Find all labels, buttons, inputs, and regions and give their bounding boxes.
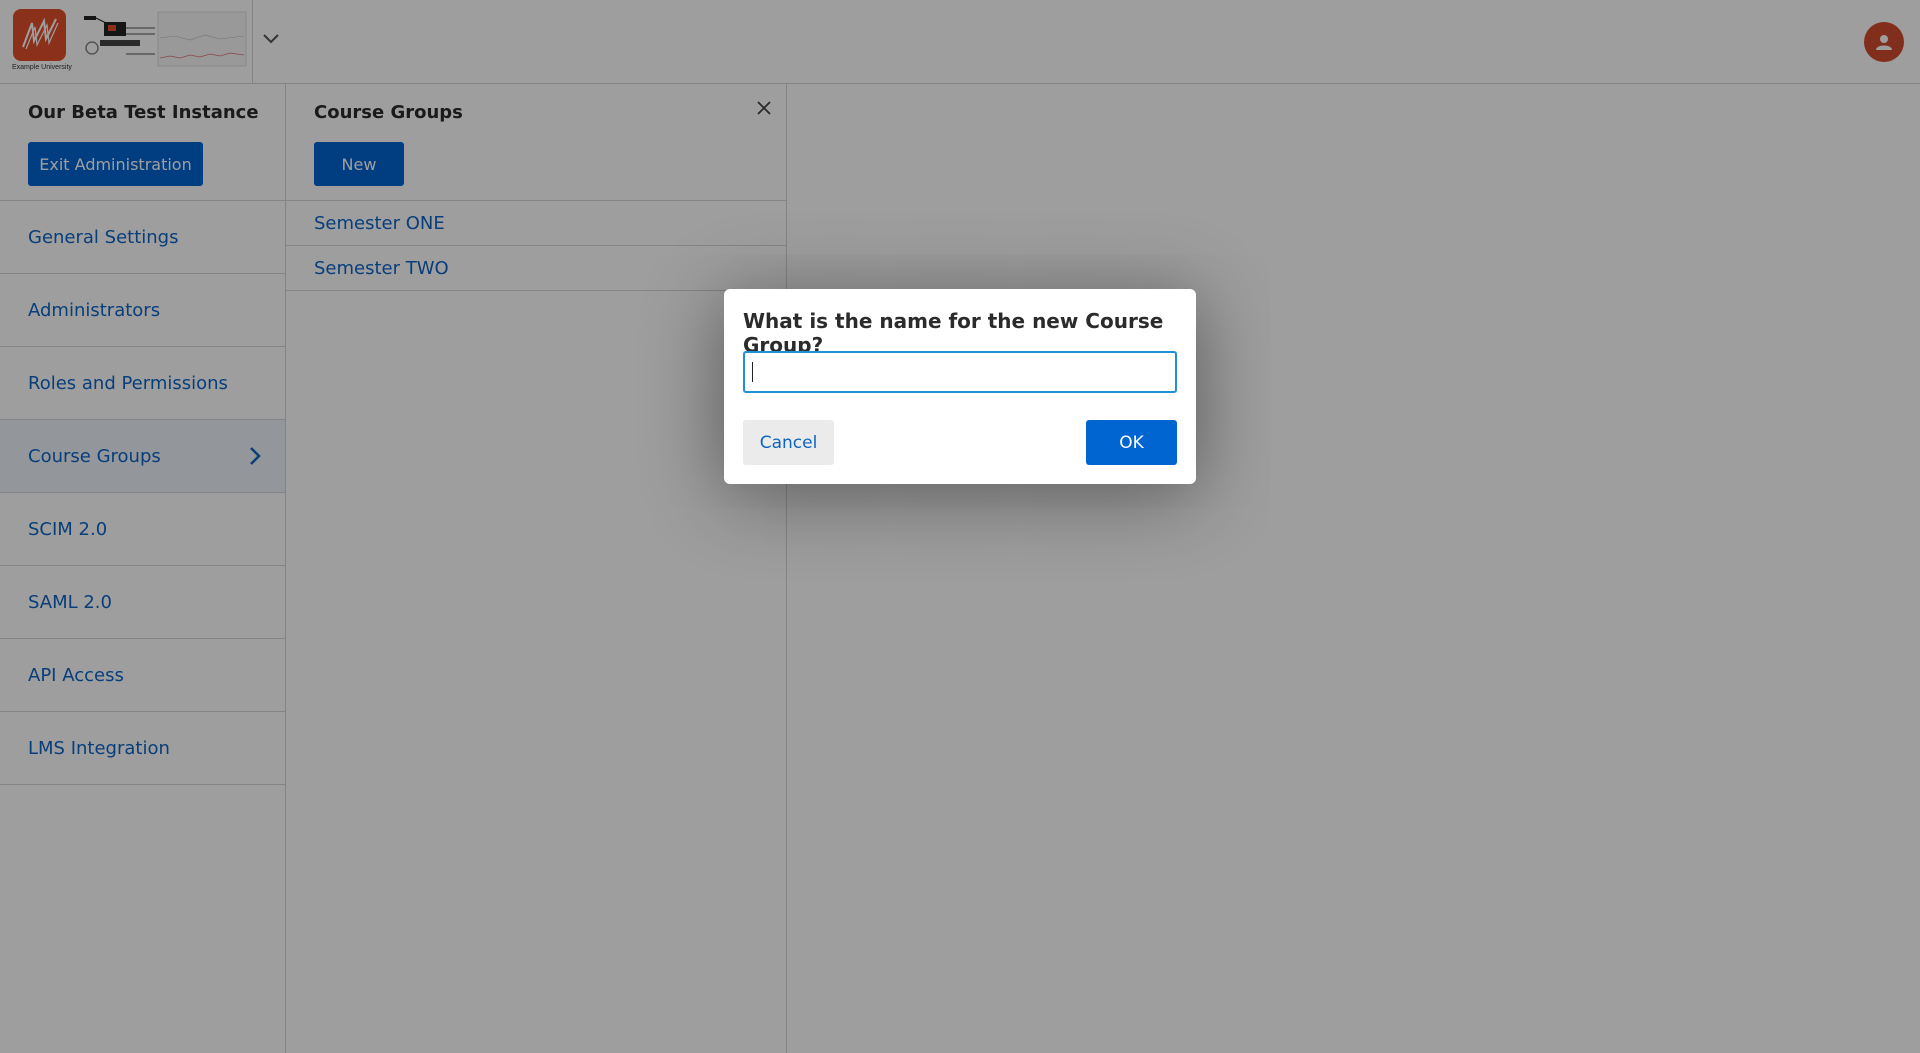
text-caret — [752, 362, 753, 382]
cancel-button[interactable]: Cancel — [743, 420, 834, 465]
course-group-name-input[interactable] — [743, 351, 1177, 393]
new-course-group-dialog: What is the name for the new Course Grou… — [724, 289, 1196, 484]
ok-button[interactable]: OK — [1086, 420, 1177, 465]
app-root: Example University Our Beta Test Instanc… — [0, 0, 1920, 1053]
dialog-title: What is the name for the new Course Grou… — [743, 309, 1164, 357]
modal-overlay — [0, 0, 1920, 1053]
